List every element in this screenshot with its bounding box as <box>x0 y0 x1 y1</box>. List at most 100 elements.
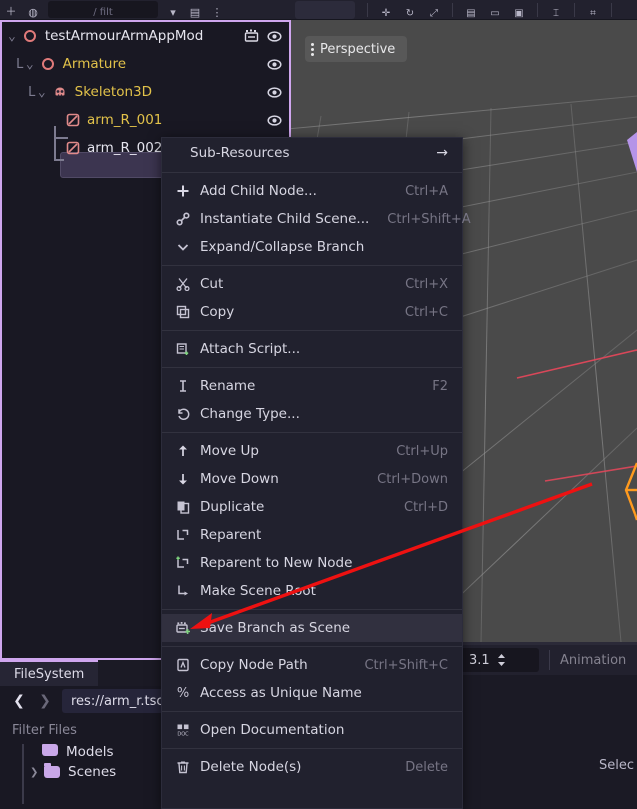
menu-item-reparent-to-new-node[interactable]: Reparent to New Node <box>162 549 462 577</box>
menu-item-add-child-node[interactable]: Add Child Node... Ctrl+A <box>162 177 462 205</box>
chevron-right-icon[interactable]: ❯ <box>30 767 44 778</box>
arrow-up-icon <box>174 444 192 458</box>
boneattachment3d-icon <box>64 140 81 157</box>
viewport-toolbar: ✛ ↻ ⤢ ▤ ▭ ▣ ⌶ ⌗ <box>291 0 637 20</box>
menu-item-move-up[interactable]: Move Up Ctrl+Up <box>162 437 462 465</box>
menu-item-open-documentation[interactable]: DOC Open Documentation <box>162 716 462 744</box>
chevron-right-icon[interactable]: ❯ <box>32 689 58 713</box>
filter-options-icon[interactable]: ▾ <box>162 1 184 19</box>
menu-item-access-as-unique-name[interactable]: % Access as Unique Name <box>162 679 462 707</box>
tree-node-label: Skeleton3D <box>74 84 153 100</box>
expand-caret-icon[interactable]: ⌄ <box>26 57 34 72</box>
snap-icon[interactable]: ⌗ <box>581 3 605 19</box>
menu-item-copy[interactable]: Copy Ctrl+C <box>162 298 462 326</box>
up-down-arrows-icon[interactable] <box>496 652 507 668</box>
menu-item-copy-node-path[interactable]: Copy Node Path Ctrl+Shift+C <box>162 651 462 679</box>
toolbar-divider-2 <box>452 3 453 17</box>
rotate-mode-icon[interactable]: ↻ <box>398 3 422 19</box>
menu-item-label: Delete Node(s) <box>200 759 302 775</box>
tree-row[interactable]: ⌄ testArmourArmAppMod <box>2 22 289 50</box>
link-icon <box>174 212 192 226</box>
tree-branch-glyph: L <box>28 84 36 100</box>
select-mode-button[interactable] <box>295 1 355 19</box>
menu-item-label: Rename <box>200 378 256 394</box>
toolbar-divider-5 <box>611 3 612 17</box>
menu-separator <box>162 330 462 331</box>
menu-item-reparent[interactable]: Reparent <box>162 521 462 549</box>
menu-item-move-down[interactable]: Move Down Ctrl+Down <box>162 465 462 493</box>
visibility-toggle-icon[interactable] <box>266 112 283 129</box>
animation-value-input[interactable]: 3.1 <box>461 648 539 672</box>
toolbar-divider-4 <box>574 3 575 17</box>
node-path-icon <box>174 658 192 672</box>
plus-icon <box>174 184 192 198</box>
menu-item-rename[interactable]: Rename F2 <box>162 372 462 400</box>
light-gizmo <box>627 132 637 172</box>
menu-item-delete-nodes[interactable]: Delete Node(s) Delete <box>162 753 462 781</box>
add-node-icon[interactable]: ＋ <box>0 1 22 19</box>
list-select-icon[interactable]: ▤ <box>459 3 483 19</box>
tab-filesystem[interactable]: FileSystem <box>0 660 99 686</box>
trash-icon <box>174 760 192 774</box>
menu-item-attach-script[interactable]: Attach Script... <box>162 335 462 363</box>
menu-item-label: Cut <box>200 276 224 292</box>
menu-item-label: Add Child Node... <box>200 183 317 199</box>
menu-item-label: Move Up <box>200 443 259 459</box>
tree-row[interactable]: arm_R_001 <box>2 106 289 134</box>
menu-item-shortcut: Ctrl+Down <box>377 471 448 487</box>
reparent-new-icon <box>174 556 192 570</box>
perspective-label: Perspective <box>320 41 396 57</box>
expand-caret-icon[interactable]: ⌄ <box>38 85 46 100</box>
visibility-toggle-icon[interactable] <box>266 28 283 45</box>
animation-label: Animation <box>560 652 627 668</box>
visibility-toggle-icon[interactable] <box>266 56 283 73</box>
menu-item-label: Sub-Resources <box>190 145 290 161</box>
attach-script-toolbar-icon[interactable]: ▤ <box>184 1 206 19</box>
perspective-button[interactable]: Perspective <box>305 36 408 62</box>
menu-item-expand-collapse-branch[interactable]: Expand/Collapse Branch <box>162 233 462 261</box>
menu-separator <box>162 748 462 749</box>
menu-separator <box>162 711 462 712</box>
reparent-icon <box>174 528 192 542</box>
menu-item-sub-resources[interactable]: Sub-Resources → <box>162 138 462 168</box>
ruler-icon[interactable]: ⌶ <box>544 3 568 19</box>
godot-editor-window: ＋ ◍ / filt ▾ ▤ ⋮ ✛ ↻ ⤢ ▤ ▭ ▣ ⌶ ⌗ ⌄ testA… <box>0 0 637 809</box>
more-options-icon[interactable]: ⋮ <box>206 1 228 19</box>
menu-item-cut[interactable]: Cut Ctrl+X <box>162 270 462 298</box>
menu-item-duplicate[interactable]: Duplicate Ctrl+D <box>162 493 462 521</box>
scene-tree-filter-input[interactable]: / filt <box>48 1 158 18</box>
menu-item-shortcut: Delete <box>405 759 448 775</box>
menu-item-instantiate-child-scene[interactable]: Instantiate Child Scene... Ctrl+Shift+A <box>162 205 471 233</box>
menu-item-shortcut: Ctrl+Up <box>396 443 448 459</box>
instance-scene-icon[interactable]: ◍ <box>22 1 44 19</box>
tree-row[interactable]: L ⌄ Armature <box>2 50 289 78</box>
menu-item-label: Open Documentation <box>200 722 345 738</box>
chevron-left-icon[interactable]: ❮ <box>6 689 32 713</box>
x-axis-line <box>516 349 637 379</box>
node3d-icon <box>40 56 57 73</box>
scissors-icon <box>174 277 192 291</box>
move-mode-icon[interactable]: ✛ <box>374 3 398 19</box>
menu-item-save-branch-as-scene[interactable]: Save Branch as Scene <box>162 614 462 642</box>
group-icon[interactable]: ▣ <box>507 3 531 19</box>
scene-tree-context-menu[interactable]: Sub-Resources → Add Child Node... Ctrl+A… <box>161 137 471 809</box>
tree-row[interactable]: L ⌄ Skeleton3D <box>2 78 289 106</box>
menu-item-change-type[interactable]: Change Type... <box>162 400 462 428</box>
open-scene-icon[interactable] <box>242 28 261 45</box>
boneattachment3d-icon <box>64 112 81 129</box>
fs-tree-guide <box>22 744 24 804</box>
menu-item-shortcut: Ctrl+Shift+C <box>364 657 448 673</box>
menu-separator <box>162 432 462 433</box>
lock-icon[interactable]: ▭ <box>483 3 507 19</box>
menu-item-shortcut: Ctrl+Shift+A <box>387 211 471 227</box>
visibility-toggle-icon[interactable] <box>266 84 283 101</box>
scale-mode-icon[interactable]: ⤢ <box>422 3 446 19</box>
animation-divider <box>549 650 550 670</box>
expand-caret-icon[interactable]: ⌄ <box>8 29 16 44</box>
menu-separator <box>162 609 462 610</box>
menu-item-make-scene-root[interactable]: Make Scene Root <box>162 577 462 605</box>
tree-branch-glyph: L <box>16 56 24 72</box>
menu-item-label: Access as Unique Name <box>200 685 362 701</box>
menu-separator <box>162 646 462 647</box>
menu-item-label: Reparent <box>200 527 262 543</box>
